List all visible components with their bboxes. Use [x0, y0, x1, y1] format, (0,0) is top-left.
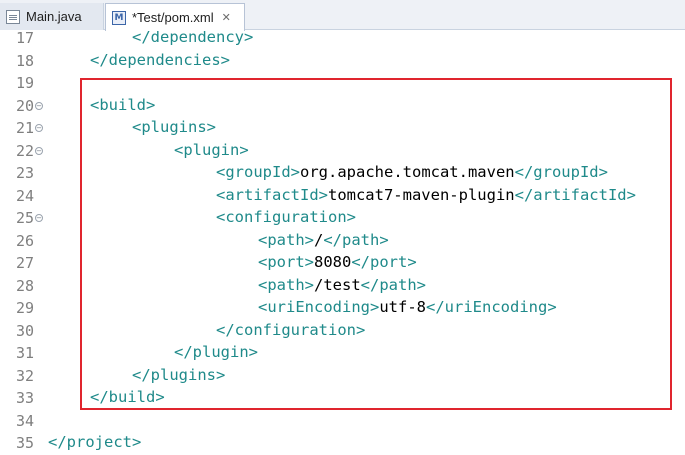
xml-tag: <path> [258, 275, 314, 294]
code-content: </build> [90, 388, 165, 406]
editor-tab-bar: Main.java M *Test/pom.xml ✕ [0, 0, 685, 31]
tab-label: Main.java [26, 9, 82, 24]
code-line[interactable]: 23 <groupId>org.apache.tomcat.maven</grou… [0, 162, 685, 185]
code-line[interactable]: 28 <path>/test</path> [0, 275, 685, 298]
xml-tag: </dependencies> [90, 50, 230, 69]
close-icon[interactable]: ✕ [222, 11, 231, 24]
xml-tag: <port> [258, 253, 314, 271]
code-line[interactable]: 33 </build> [0, 387, 685, 410]
xml-tag: </path> [360, 275, 426, 294]
line-number: 24 [15, 186, 34, 205]
code-line[interactable]: 31 </plugin> [0, 342, 685, 365]
xml-tag: <uriEncoding> [258, 298, 380, 316]
code-line[interactable]: 24 <artifactId>tomcat7-maven-plugin</arti… [0, 185, 685, 208]
code-line[interactable]: 34 [0, 410, 685, 433]
code-line[interactable]: 35 </project> [0, 432, 685, 455]
xml-value: org.apache.tomcat.maven [300, 163, 515, 181]
line-number: 18 [15, 51, 34, 70]
code-line[interactable]: 18 </dependencies> [0, 50, 685, 73]
code-content: <build> [90, 96, 155, 114]
code-content: <plugins> [132, 118, 216, 136]
xml-tag: <plugin> [174, 140, 249, 159]
fold-toggle-icon[interactable]: − [35, 124, 43, 132]
xml-tag: <groupId> [216, 163, 300, 181]
code-line[interactable]: 25− <configuration> [0, 207, 685, 230]
code-content: </plugin> [174, 343, 258, 361]
line-number: 28 [15, 276, 34, 295]
code-content: <artifactId>tomcat7-maven-plugin</artifa… [216, 186, 636, 204]
code-line[interactable]: 17 </dependency> [0, 31, 685, 50]
code-line[interactable]: 20− <build> [0, 95, 685, 118]
line-number: 21 [15, 119, 34, 137]
tab-label: *Test/pom.xml [132, 10, 214, 25]
code-content: <groupId>org.apache.tomcat.maven</groupI… [216, 163, 608, 181]
code-line[interactable]: 21− <plugins> [0, 117, 685, 140]
code-content: <uriEncoding>utf-8</uriEncoding> [258, 298, 557, 316]
line-number: 23 [15, 164, 34, 182]
code-line[interactable]: 32 </plugins> [0, 365, 685, 388]
fold-toggle-icon[interactable]: − [35, 101, 43, 110]
line-number: 31 [15, 344, 34, 362]
code-editor[interactable]: 17 </dependency> 18 </dependencies> 19 20− <bu… [0, 31, 685, 455]
line-number: 27 [15, 254, 34, 272]
line-number: 22 [15, 141, 34, 160]
xml-value: 8080 [314, 253, 352, 271]
line-number: 33 [15, 389, 34, 407]
tab-main-java[interactable]: Main.java [0, 3, 104, 30]
line-number: 35 [15, 434, 34, 452]
line-number: 30 [15, 321, 34, 340]
xml-tag: </groupId> [514, 163, 608, 181]
code-content: </dependencies> [90, 51, 230, 69]
line-number: 29 [15, 299, 34, 317]
code-line[interactable]: 26 <path>/</path> [0, 230, 685, 253]
tab-pom-xml[interactable]: M *Test/pom.xml ✕ [105, 3, 245, 31]
xml-tag: </uriEncoding> [426, 298, 557, 316]
code-line[interactable]: 19 [0, 72, 685, 95]
code-content: <port>8080</port> [258, 253, 417, 271]
xml-tag: <configuration> [216, 208, 356, 226]
xml-tag: <path> [258, 230, 314, 249]
xml-value: utf-8 [379, 298, 426, 316]
line-number: 32 [15, 366, 34, 385]
xml-value: / [314, 230, 324, 249]
xml-tag: </dependency> [132, 31, 254, 46]
fold-toggle-icon[interactable]: − [35, 214, 43, 222]
line-number: 34 [15, 411, 34, 430]
line-number: 25 [15, 209, 34, 227]
maven-pom-icon: M [112, 10, 126, 25]
code-content: </configuration> [216, 321, 365, 339]
xml-tag: </build> [90, 388, 165, 406]
line-number: 20 [15, 96, 34, 115]
line-number: 17 [15, 31, 34, 47]
xml-tag: </artifactId> [514, 185, 636, 204]
code-line[interactable]: 29 <uriEncoding>utf-8</uriEncoding> [0, 297, 685, 320]
java-file-icon [6, 9, 20, 24]
code-content: </plugins> [132, 366, 225, 384]
code-content: <configuration> [216, 208, 356, 226]
fold-toggle-icon[interactable]: − [35, 146, 43, 155]
code-content: </project> [48, 433, 141, 451]
code-content: <path>/test</path> [258, 276, 426, 294]
xml-value: tomcat7-maven-plugin [327, 185, 515, 204]
code-line[interactable]: 22− <plugin> [0, 140, 685, 163]
xml-tag: </configuration> [216, 320, 366, 339]
code-content: <plugin> [174, 141, 249, 159]
xml-tag: </plugin> [174, 343, 258, 361]
xml-tag: </path> [323, 230, 389, 249]
xml-value: /test [314, 275, 361, 294]
code-line[interactable]: 27 <port>8080</port> [0, 252, 685, 275]
code-line[interactable]: 30 </configuration> [0, 320, 685, 343]
xml-tag: <plugins> [132, 118, 216, 136]
xml-tag: </port> [351, 253, 417, 271]
xml-tag: </project> [48, 433, 142, 451]
code-content: <path>/</path> [258, 231, 389, 249]
code-content: </dependency> [132, 31, 253, 46]
line-number: 26 [15, 231, 34, 250]
line-number: 19 [15, 74, 34, 92]
xml-tag: <build> [90, 95, 156, 114]
xml-tag: </plugins> [132, 365, 226, 384]
xml-tag: <artifactId> [216, 185, 328, 204]
